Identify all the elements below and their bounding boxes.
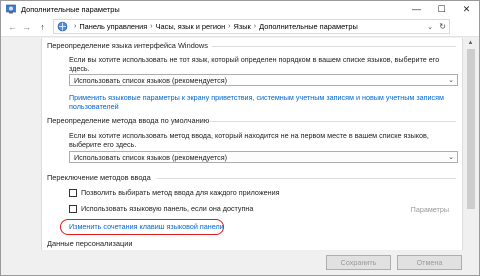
up-arrow-icon[interactable]: ↑ [36, 20, 49, 33]
display-language-heading: Переопределение языка интерфейса Windows [47, 41, 208, 50]
window-title: Дополнительные параметры [21, 4, 120, 14]
language-bar-option[interactable]: Использовать языковую панель, если она д… [69, 204, 253, 213]
maximize-button[interactable]: ☐ [429, 1, 454, 17]
breadcrumb-separator: › [150, 23, 153, 30]
hotkeys-highlight-oval [60, 219, 224, 235]
section-divider [157, 178, 456, 179]
window-controls: — ☐ ✕ [404, 1, 479, 17]
breadcrumb-control-panel[interactable]: Панель управления [79, 22, 147, 31]
language-bar-settings-link[interactable]: Параметры [411, 205, 449, 214]
display-language-select[interactable]: Использовать список языков (рекомендуетс… [69, 74, 458, 86]
language-bar-label: Использовать языковую панель, если она д… [81, 204, 254, 213]
section-divider [212, 46, 456, 47]
display-language-description: Если вы хотите использовать не тот язык,… [69, 55, 440, 73]
minimize-button[interactable]: — [404, 1, 429, 17]
address-bar[interactable]: › Панель управления › Часы, язык и регио… [53, 19, 450, 34]
display-language-select-value: Использовать список языков (рекомендуетс… [74, 75, 228, 85]
control-panel-icon [6, 4, 16, 14]
breadcrumb-separator: › [228, 23, 231, 30]
input-method-select[interactable]: Использовать список языков (рекомендуетс… [69, 151, 458, 163]
per-app-input-label: Позволить выбирать метод ввода для каждо… [81, 188, 280, 197]
language-bar-checkbox[interactable] [69, 204, 77, 213]
window: Дополнительные параметры — ☐ ✕ ← → ↑ › П… [0, 0, 480, 276]
navigation-bar: ← → ↑ › Панель управления › Часы, язык и… [1, 17, 479, 50]
per-app-input-checkbox[interactable] [69, 188, 77, 197]
cancel-button[interactable]: Отмена [397, 255, 462, 270]
breadcrumb-advanced-settings[interactable]: Дополнительные параметры [259, 22, 358, 31]
breadcrumb-separator: › [253, 23, 257, 30]
chevron-down-icon[interactable]: ⌄ [427, 23, 433, 31]
control-panel-icon [57, 21, 68, 32]
per-app-input-option[interactable]: Позволить выбирать метод ввода для каждо… [69, 188, 280, 197]
refresh-icon[interactable]: ↻ [439, 22, 446, 31]
section-divider [210, 121, 456, 122]
back-arrow-icon[interactable]: ← [6, 20, 19, 33]
breadcrumb-language[interactable]: Язык [234, 22, 251, 31]
footer-bar: Сохранить Отмена [1, 250, 479, 275]
switching-methods-heading: Переключение методов ввода [47, 173, 151, 182]
input-method-description: Если вы хотите использовать метод ввода,… [69, 131, 429, 149]
vertical-scrollbar[interactable]: ▲ [463, 38, 478, 250]
scroll-up-icon[interactable]: ▲ [463, 38, 478, 48]
settings-content: Переопределение языка интерфейса Windows… [41, 38, 463, 250]
title-bar: Дополнительные параметры — ☐ ✕ [1, 1, 479, 17]
breadcrumb-separator: › [74, 23, 77, 30]
apply-to-welcome-screen-link[interactable]: Применить языковые параметры к экрану пр… [69, 93, 459, 111]
input-method-heading: Переопределение метода ввода по умолчани… [47, 116, 210, 125]
scrollbar-thumb[interactable] [467, 49, 475, 209]
close-button[interactable]: ✕ [454, 1, 479, 17]
save-button[interactable]: Сохранить [326, 255, 391, 270]
input-method-select-value: Использовать список языков (рекомендуетс… [74, 152, 228, 162]
forward-arrow-icon[interactable]: → [20, 20, 33, 33]
chevron-down-icon: ⌄ [448, 77, 454, 84]
chevron-down-icon: ⌄ [448, 154, 454, 161]
personalization-heading: Данные персонализации [47, 239, 133, 248]
breadcrumb-clock-language-region[interactable]: Часы, язык и регион [156, 22, 226, 31]
